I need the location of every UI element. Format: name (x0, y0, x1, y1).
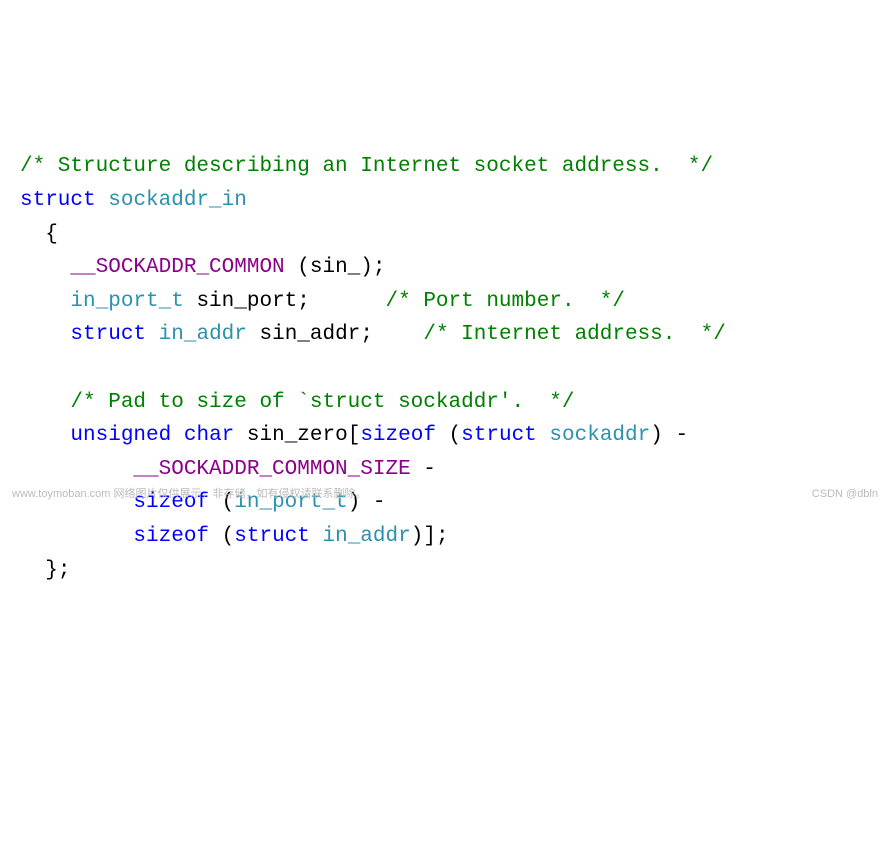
comment-addr: /* Internet address. */ (423, 323, 725, 346)
keyword-sizeof: sizeof (133, 525, 209, 548)
comment-pad: /* Pad to size of `struct sockaddr'. */ (70, 391, 574, 414)
macro-common-size: __SOCKADDR_COMMON_SIZE (133, 458, 410, 481)
brace-open: { (45, 223, 58, 246)
comment-line: /* Structure describing an Internet sock… (20, 155, 713, 178)
comment-port: /* Port number. */ (386, 290, 625, 313)
macro-args: (sin_); (285, 256, 386, 279)
keyword-sizeof: sizeof (360, 424, 436, 447)
keyword-struct: struct (20, 189, 96, 212)
bracket-open: [ (348, 424, 361, 447)
code-block: /* Structure describing an Internet sock… (20, 150, 870, 587)
ident-sin-port: sin_port (196, 290, 297, 313)
type-in-addr: in_addr (323, 525, 411, 548)
semicolon: ; (360, 323, 373, 346)
watermark-left: www.toymoban.com 网络图片仅供展示，非存储，如有侵权请联系删除。 (12, 486, 366, 504)
type-sockaddr-in: sockaddr_in (108, 189, 247, 212)
minus: - (663, 424, 688, 447)
type-in-addr: in_addr (159, 323, 247, 346)
keyword-struct: struct (461, 424, 537, 447)
semicolon: ; (297, 290, 310, 313)
paren-close: ) (650, 424, 663, 447)
type-in-port-t: in_port_t (70, 290, 183, 313)
minus: - (411, 458, 436, 481)
paren: ( (436, 424, 461, 447)
watermark-right: CSDN @dbln (812, 486, 878, 504)
ident-sin-zero: sin_zero (247, 424, 348, 447)
paren: ( (209, 525, 234, 548)
type-sockaddr: sockaddr (549, 424, 650, 447)
ident-sin-addr: sin_addr (259, 323, 360, 346)
paren-close: ) (411, 525, 424, 548)
keyword-unsigned: unsigned (70, 424, 171, 447)
semicolon: ; (436, 525, 449, 548)
keyword-struct: struct (234, 525, 310, 548)
bracket-close: ] (423, 525, 436, 548)
macro-sockaddr-common: __SOCKADDR_COMMON (70, 256, 284, 279)
brace-close: }; (45, 559, 70, 582)
keyword-char: char (184, 424, 234, 447)
keyword-struct: struct (70, 323, 146, 346)
